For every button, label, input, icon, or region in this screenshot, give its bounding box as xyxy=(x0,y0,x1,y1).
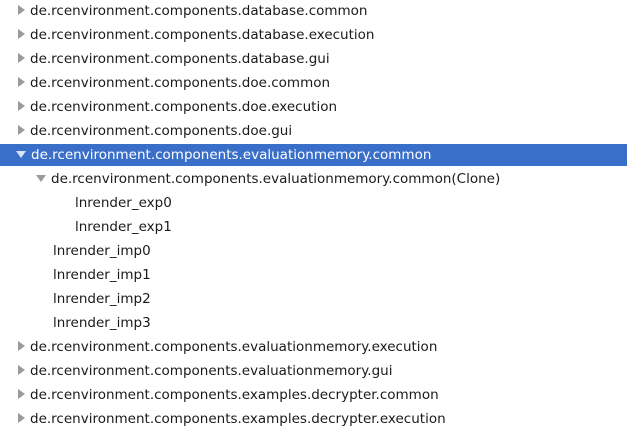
expand-arrow-icon[interactable] xyxy=(18,413,25,423)
tree-row-label: de.rcenvironment.components.examples.dec… xyxy=(30,387,439,403)
collapse-arrow-icon[interactable] xyxy=(16,150,26,158)
tree-row-database-common[interactable]: de.rcenvironment.components.database.com… xyxy=(0,0,627,22)
tree-row-decrypter-execution[interactable]: de.rcenvironment.components.examples.dec… xyxy=(0,408,627,430)
tree-row-evaluationmemory-common-clone[interactable]: de.rcenvironment.components.evaluationme… xyxy=(0,168,627,190)
expand-arrow-icon[interactable] xyxy=(18,77,25,87)
expand-arrow-icon[interactable] xyxy=(18,29,25,39)
tree-row-label: de.rcenvironment.components.evaluationme… xyxy=(30,339,438,355)
expand-arrow-icon[interactable] xyxy=(18,341,25,351)
tree-row-evaluationmemory-execution[interactable]: de.rcenvironment.components.evaluationme… xyxy=(0,336,627,358)
tree-row-lnrender-imp1[interactable]: lnrender_imp1 xyxy=(0,264,627,286)
tree-row-evaluationmemory-gui[interactable]: de.rcenvironment.components.evaluationme… xyxy=(0,360,627,382)
tree-row-lnrender-imp3[interactable]: lnrender_imp3 xyxy=(0,312,627,334)
expand-arrow-icon[interactable] xyxy=(18,5,25,15)
tree-row-lnrender-imp2[interactable]: lnrender_imp2 xyxy=(0,288,627,310)
tree-row-label: de.rcenvironment.components.database.com… xyxy=(30,3,368,19)
tree-row-label: de.rcenvironment.components.evaluationme… xyxy=(31,147,432,163)
tree-row-lnrender-imp0[interactable]: lnrender_imp0 xyxy=(0,240,627,262)
tree-row-lnrender-exp1[interactable]: lnrender_exp1 xyxy=(0,216,627,238)
tree-row-lnrender-exp0[interactable]: lnrender_exp0 xyxy=(0,192,627,214)
tree-row-label: de.rcenvironment.components.evaluationme… xyxy=(51,171,501,187)
tree-row-doe-common[interactable]: de.rcenvironment.components.doe.common xyxy=(0,72,627,94)
tree-row-label: lnrender_exp1 xyxy=(75,219,172,235)
tree-row-doe-execution[interactable]: de.rcenvironment.components.doe.executio… xyxy=(0,96,627,118)
tree-row-label: lnrender_imp1 xyxy=(53,267,151,283)
expand-arrow-icon[interactable] xyxy=(18,125,25,135)
tree-row-label: de.rcenvironment.components.evaluationme… xyxy=(30,363,393,379)
tree-row-database-gui[interactable]: de.rcenvironment.components.database.gui xyxy=(0,48,627,70)
collapse-arrow-icon[interactable] xyxy=(36,174,46,182)
tree-row-label: de.rcenvironment.components.doe.common xyxy=(30,75,331,91)
tree-row-evaluationmemory-common[interactable]: de.rcenvironment.components.evaluationme… xyxy=(0,144,627,166)
tree-row-label: lnrender_exp0 xyxy=(75,195,172,211)
tree-row-decrypter-common[interactable]: de.rcenvironment.components.examples.dec… xyxy=(0,384,627,406)
tree-row-label: de.rcenvironment.components.database.gui xyxy=(30,51,330,67)
tree-row-label: lnrender_imp3 xyxy=(53,315,151,331)
expand-arrow-icon[interactable] xyxy=(18,53,25,63)
expand-arrow-icon[interactable] xyxy=(18,365,25,375)
tree-row-label: de.rcenvironment.components.database.exe… xyxy=(30,27,375,43)
tree-row-doe-gui[interactable]: de.rcenvironment.components.doe.gui xyxy=(0,120,627,142)
expand-arrow-icon[interactable] xyxy=(18,389,25,399)
tree-row-label: lnrender_imp0 xyxy=(53,243,151,259)
tree-row-label: de.rcenvironment.components.examples.dec… xyxy=(30,411,446,427)
tree-row-database-execution[interactable]: de.rcenvironment.components.database.exe… xyxy=(0,24,627,46)
tree-row-label: lnrender_imp2 xyxy=(53,291,151,307)
hierarchy-tree: de.rcenvironment.components.database.com… xyxy=(0,0,627,439)
tree-row-label: de.rcenvironment.components.doe.executio… xyxy=(30,99,338,115)
tree-row-label: de.rcenvironment.components.doe.gui xyxy=(30,123,293,139)
expand-arrow-icon[interactable] xyxy=(18,101,25,111)
